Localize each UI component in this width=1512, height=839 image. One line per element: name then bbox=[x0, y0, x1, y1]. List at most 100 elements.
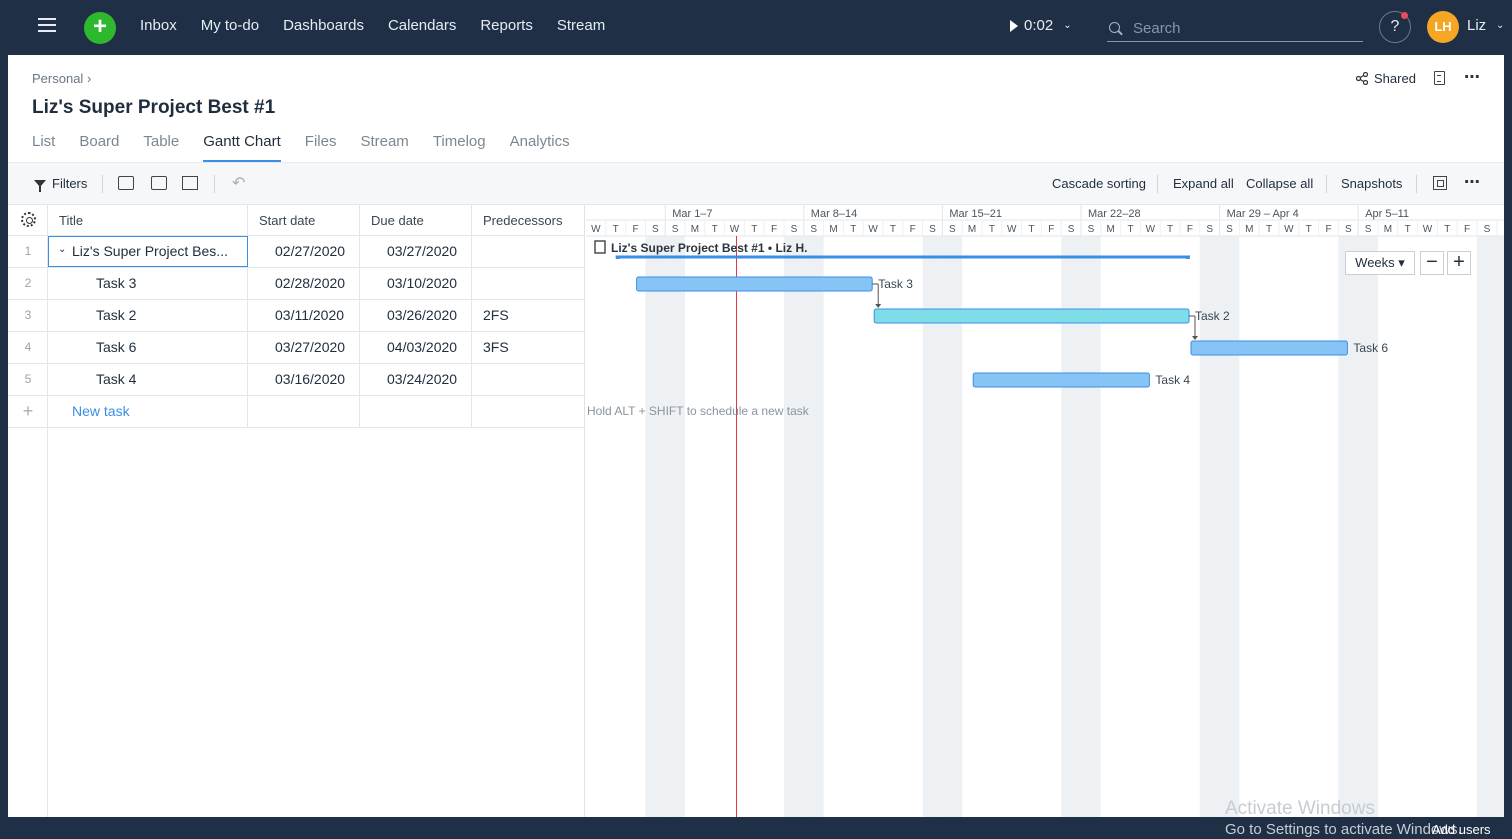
gear-icon[interactable] bbox=[21, 212, 36, 227]
more-icon[interactable]: ⋯ bbox=[1464, 67, 1481, 87]
nav-my-todo[interactable]: My to-do bbox=[201, 17, 259, 34]
grid-header: Title Start date Due date Predecessors bbox=[8, 205, 585, 236]
nav-dashboards[interactable]: Dashboards bbox=[283, 17, 364, 34]
tab-gantt-chart[interactable]: Gantt Chart bbox=[203, 133, 281, 162]
start-date[interactable]: 03/27/2020 bbox=[275, 339, 345, 355]
plus-icon[interactable]: + bbox=[8, 401, 48, 422]
new-task-link[interactable]: New task bbox=[72, 403, 130, 419]
gantt-canvas[interactable]: WTFSSMTWTFSSMTWTFSSMTWTFSSMTWTFSSMTWTFSS… bbox=[586, 205, 1504, 817]
predecessors[interactable]: 3FS bbox=[483, 339, 509, 355]
nav-calendars[interactable]: Calendars bbox=[388, 17, 456, 34]
expand-all-button[interactable]: Expand all bbox=[1173, 176, 1234, 191]
weekend-column bbox=[803, 236, 824, 817]
task-title[interactable]: Task 4 bbox=[96, 371, 136, 387]
chevron-down-icon[interactable]: ⌄ bbox=[1496, 20, 1504, 31]
due-date[interactable]: 03/10/2020 bbox=[387, 275, 457, 291]
table-row[interactable]: 4 Task 6 03/27/2020 04/03/2020 3FS bbox=[8, 332, 585, 364]
gantt-chart[interactable]: WTFSSMTWTFSSMTWTFSSMTWTFSSMTWTFSSMTWTFSS… bbox=[586, 205, 1504, 817]
folder-icon[interactable] bbox=[118, 176, 134, 190]
day-label: S bbox=[1503, 224, 1504, 235]
task-title[interactable]: Task 2 bbox=[96, 307, 136, 323]
due-date[interactable]: 03/24/2020 bbox=[387, 371, 457, 387]
day-label: T bbox=[890, 224, 896, 235]
tab-analytics[interactable]: Analytics bbox=[510, 133, 570, 162]
page-title[interactable]: Liz's Super Project Best #1 bbox=[32, 97, 275, 119]
task-bar-label: Task 2 bbox=[1195, 309, 1230, 323]
scale-select[interactable]: Weeks ▾ bbox=[1345, 251, 1415, 275]
create-new-button[interactable]: + bbox=[84, 12, 116, 44]
start-date[interactable]: 02/28/2020 bbox=[275, 275, 345, 291]
column-header-due-date[interactable]: Due date bbox=[371, 213, 424, 228]
day-label: W bbox=[591, 224, 601, 235]
new-task-row[interactable]: + New task bbox=[8, 396, 585, 428]
day-label: T bbox=[1306, 224, 1312, 235]
add-users-button[interactable]: Add users bbox=[1432, 822, 1491, 837]
tab-files[interactable]: Files bbox=[305, 133, 337, 162]
hierarchy-icon[interactable] bbox=[182, 176, 198, 190]
shared-button[interactable]: Shared bbox=[1356, 71, 1416, 86]
day-label: M bbox=[1245, 224, 1253, 235]
breadcrumb[interactable]: Personal › bbox=[32, 71, 91, 86]
start-date[interactable]: 03/11/2020 bbox=[275, 307, 344, 323]
tab-list[interactable]: List bbox=[32, 133, 55, 162]
tab-stream[interactable]: Stream bbox=[360, 133, 408, 162]
watermark-subtitle: Go to Settings to activate Windows. bbox=[1225, 821, 1462, 838]
undo-icon[interactable]: ↶ bbox=[232, 173, 245, 193]
search-box bbox=[1107, 16, 1363, 42]
project-icon bbox=[594, 240, 606, 254]
nav-inbox[interactable]: Inbox bbox=[140, 17, 177, 34]
nav-stream[interactable]: Stream bbox=[557, 17, 605, 34]
fullscreen-icon[interactable] bbox=[1433, 176, 1447, 190]
predecessors[interactable]: 2FS bbox=[483, 307, 509, 323]
start-date[interactable]: 03/16/2020 bbox=[275, 371, 345, 387]
chevron-down-icon[interactable]: ⌄ bbox=[58, 244, 66, 255]
cascade-sorting-button[interactable]: Cascade sorting bbox=[1052, 176, 1146, 191]
table-row[interactable]: 5 Task 4 03/16/2020 03/24/2020 bbox=[8, 364, 585, 396]
zoom-in-button[interactable]: + bbox=[1447, 251, 1471, 275]
chevron-down-icon[interactable]: ⌄ bbox=[1063, 20, 1071, 31]
timer-widget[interactable]: 0:02 ⌄ bbox=[1010, 17, 1072, 34]
document-icon[interactable] bbox=[1434, 71, 1445, 85]
weekend-column bbox=[665, 236, 685, 817]
table-row[interactable]: 2 Task 3 02/28/2020 03/10/2020 bbox=[8, 268, 585, 300]
column-header-title[interactable]: Title bbox=[59, 213, 83, 228]
tab-board[interactable]: Board bbox=[79, 133, 119, 162]
snapshots-button[interactable]: Snapshots bbox=[1341, 176, 1402, 191]
day-label: T bbox=[1405, 224, 1411, 235]
avatar[interactable]: LH bbox=[1427, 11, 1459, 43]
day-label: T bbox=[989, 224, 995, 235]
column-header-start-date[interactable]: Start date bbox=[259, 213, 315, 228]
day-label: F bbox=[632, 224, 638, 235]
task-bar bbox=[873, 308, 1190, 324]
project-label: Liz's Super Project Best #1 • Liz H. bbox=[611, 241, 807, 255]
due-date[interactable]: 04/03/2020 bbox=[387, 339, 457, 355]
search-input[interactable] bbox=[1133, 20, 1353, 37]
due-date[interactable]: 03/26/2020 bbox=[387, 307, 457, 323]
task-title[interactable]: Task 3 bbox=[96, 275, 136, 291]
tab-table[interactable]: Table bbox=[143, 133, 179, 162]
day-label: F bbox=[1325, 224, 1331, 235]
task-title[interactable]: Task 6 bbox=[96, 339, 136, 355]
due-date[interactable]: 03/27/2020 bbox=[387, 243, 457, 259]
timer-value: 0:02 bbox=[1024, 17, 1054, 34]
day-label: S bbox=[929, 224, 936, 235]
day-label: S bbox=[949, 224, 956, 235]
table-row[interactable]: 1 ⌄ Liz's Super Project Bes... 02/27/202… bbox=[8, 236, 585, 268]
filters-button[interactable]: Filters bbox=[34, 176, 87, 192]
nav-reports[interactable]: Reports bbox=[480, 17, 533, 34]
play-icon[interactable] bbox=[1010, 19, 1018, 32]
table-row[interactable]: 3 Task 2 03/11/2020 03/26/2020 2FS bbox=[8, 300, 585, 332]
more-icon[interactable]: ⋯ bbox=[1464, 172, 1481, 192]
tab-timelog[interactable]: Timelog bbox=[433, 133, 486, 162]
zoom-out-button[interactable]: − bbox=[1420, 251, 1444, 275]
menu-icon[interactable] bbox=[38, 18, 56, 34]
calendar-icon[interactable] bbox=[151, 176, 167, 190]
column-header-predecessors[interactable]: Predecessors bbox=[483, 213, 562, 228]
gantt-toolbar: Filters ↶ Cascade sorting Expand all Col… bbox=[8, 163, 1504, 205]
task-title[interactable]: Liz's Super Project Bes... bbox=[72, 243, 228, 259]
collapse-all-button[interactable]: Collapse all bbox=[1246, 176, 1313, 191]
username[interactable]: Liz bbox=[1467, 17, 1486, 34]
start-date[interactable]: 02/27/2020 bbox=[275, 243, 345, 259]
day-label: F bbox=[910, 224, 916, 235]
weekend-column bbox=[784, 236, 804, 817]
